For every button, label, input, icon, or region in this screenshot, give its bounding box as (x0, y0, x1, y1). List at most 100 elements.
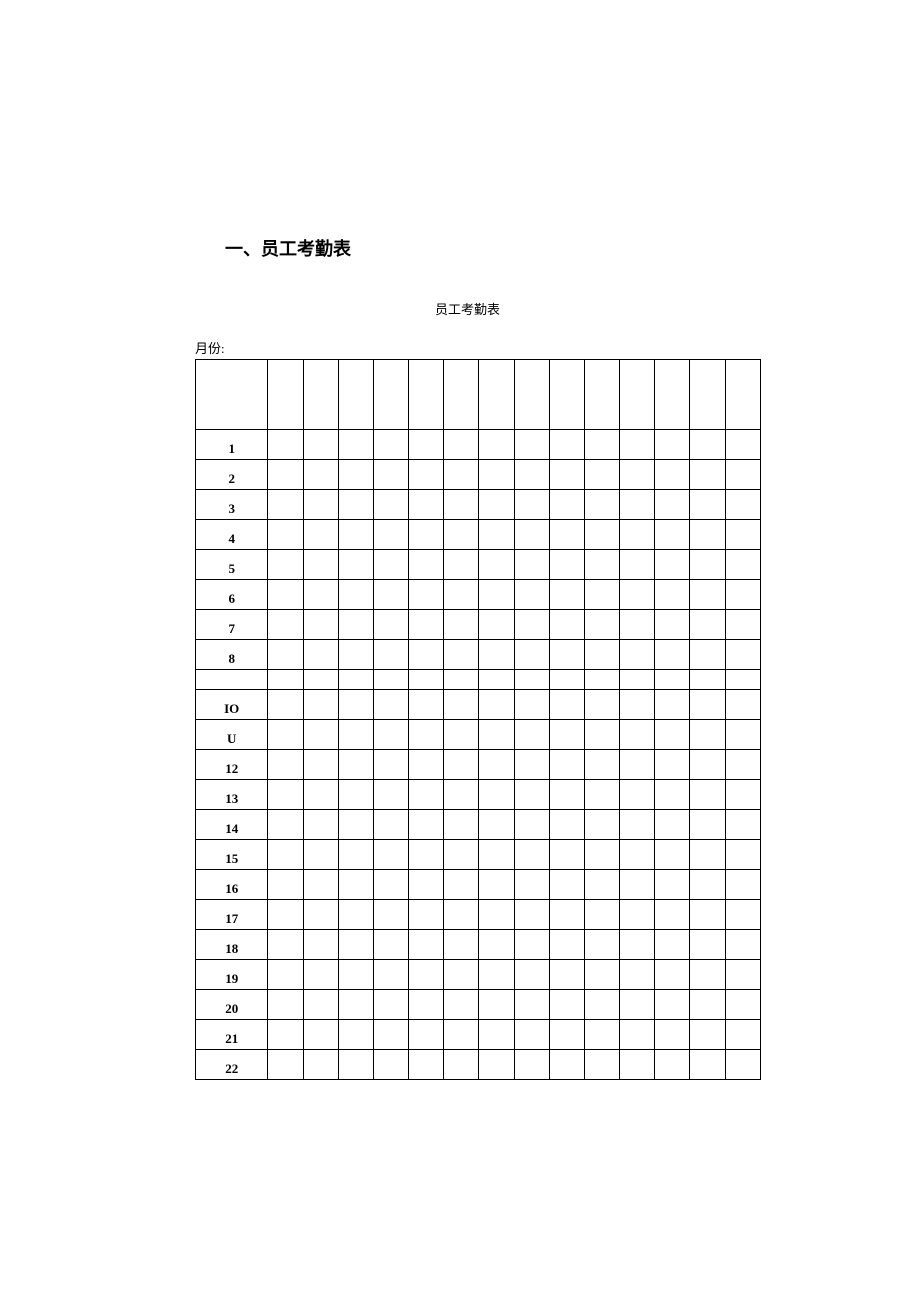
data-cell (338, 670, 373, 690)
data-cell (479, 640, 514, 670)
data-cell (514, 780, 549, 810)
data-cell (725, 930, 760, 960)
data-cell (620, 720, 655, 750)
table-row: 5 (196, 550, 761, 580)
table-row: 3 (196, 490, 761, 520)
data-cell (479, 610, 514, 640)
data-cell (444, 930, 479, 960)
data-cell (584, 490, 619, 520)
data-cell (514, 960, 549, 990)
data-cell (655, 520, 690, 550)
data-cell (268, 690, 303, 720)
table-row: 8 (196, 640, 761, 670)
data-cell (514, 490, 549, 520)
data-cell (690, 460, 725, 490)
data-cell (268, 610, 303, 640)
data-cell (584, 780, 619, 810)
data-cell (373, 900, 408, 930)
data-cell (620, 520, 655, 550)
data-cell (549, 490, 584, 520)
data-cell (514, 690, 549, 720)
table-row: U (196, 720, 761, 750)
section-heading: 一、员工考勤表 (195, 235, 740, 261)
data-cell (373, 360, 408, 430)
data-cell (479, 520, 514, 550)
data-cell (584, 520, 619, 550)
table-row: 19 (196, 960, 761, 990)
data-cell (514, 360, 549, 430)
data-cell (690, 490, 725, 520)
data-cell (655, 360, 690, 430)
data-cell (655, 690, 690, 720)
data-cell (620, 810, 655, 840)
data-cell (620, 550, 655, 580)
data-cell (620, 1050, 655, 1080)
data-cell (690, 550, 725, 580)
data-cell (620, 930, 655, 960)
data-cell (479, 580, 514, 610)
data-cell (620, 780, 655, 810)
data-cell (549, 990, 584, 1020)
table-row: 14 (196, 810, 761, 840)
data-cell (620, 750, 655, 780)
data-cell (690, 430, 725, 460)
data-cell (373, 960, 408, 990)
table-row: 16 (196, 870, 761, 900)
data-cell (479, 870, 514, 900)
data-cell (655, 490, 690, 520)
data-cell (444, 610, 479, 640)
data-cell (690, 1050, 725, 1080)
data-cell (690, 810, 725, 840)
table-row (196, 360, 761, 430)
data-cell (549, 1020, 584, 1050)
data-cell (725, 960, 760, 990)
data-cell (303, 1050, 338, 1080)
data-cell (444, 640, 479, 670)
data-cell (725, 580, 760, 610)
data-cell (338, 550, 373, 580)
data-cell (338, 610, 373, 640)
data-cell (338, 640, 373, 670)
data-cell (303, 670, 338, 690)
day-cell (196, 360, 268, 430)
data-cell (444, 430, 479, 460)
data-cell (409, 430, 444, 460)
data-cell (303, 580, 338, 610)
data-cell (444, 490, 479, 520)
data-cell (584, 750, 619, 780)
data-cell (514, 1020, 549, 1050)
data-cell (690, 990, 725, 1020)
data-cell (268, 580, 303, 610)
data-cell (584, 640, 619, 670)
data-cell (690, 610, 725, 640)
day-cell: U (196, 720, 268, 750)
data-cell (725, 550, 760, 580)
day-cell: 6 (196, 580, 268, 610)
data-cell (725, 640, 760, 670)
data-cell (514, 810, 549, 840)
data-cell (409, 900, 444, 930)
data-cell (514, 430, 549, 460)
data-cell (338, 360, 373, 430)
data-cell (620, 990, 655, 1020)
data-cell (549, 780, 584, 810)
data-cell (584, 960, 619, 990)
data-cell (725, 750, 760, 780)
data-cell (303, 360, 338, 430)
data-cell (690, 1020, 725, 1050)
data-cell (303, 960, 338, 990)
data-cell (690, 520, 725, 550)
data-cell (409, 580, 444, 610)
data-cell (268, 900, 303, 930)
data-cell (514, 640, 549, 670)
data-cell (373, 550, 408, 580)
day-cell: 21 (196, 1020, 268, 1050)
data-cell (725, 870, 760, 900)
data-cell (303, 930, 338, 960)
data-cell (444, 460, 479, 490)
data-cell (373, 430, 408, 460)
data-cell (303, 490, 338, 520)
day-cell: IO (196, 690, 268, 720)
data-cell (549, 580, 584, 610)
data-cell (479, 1020, 514, 1050)
